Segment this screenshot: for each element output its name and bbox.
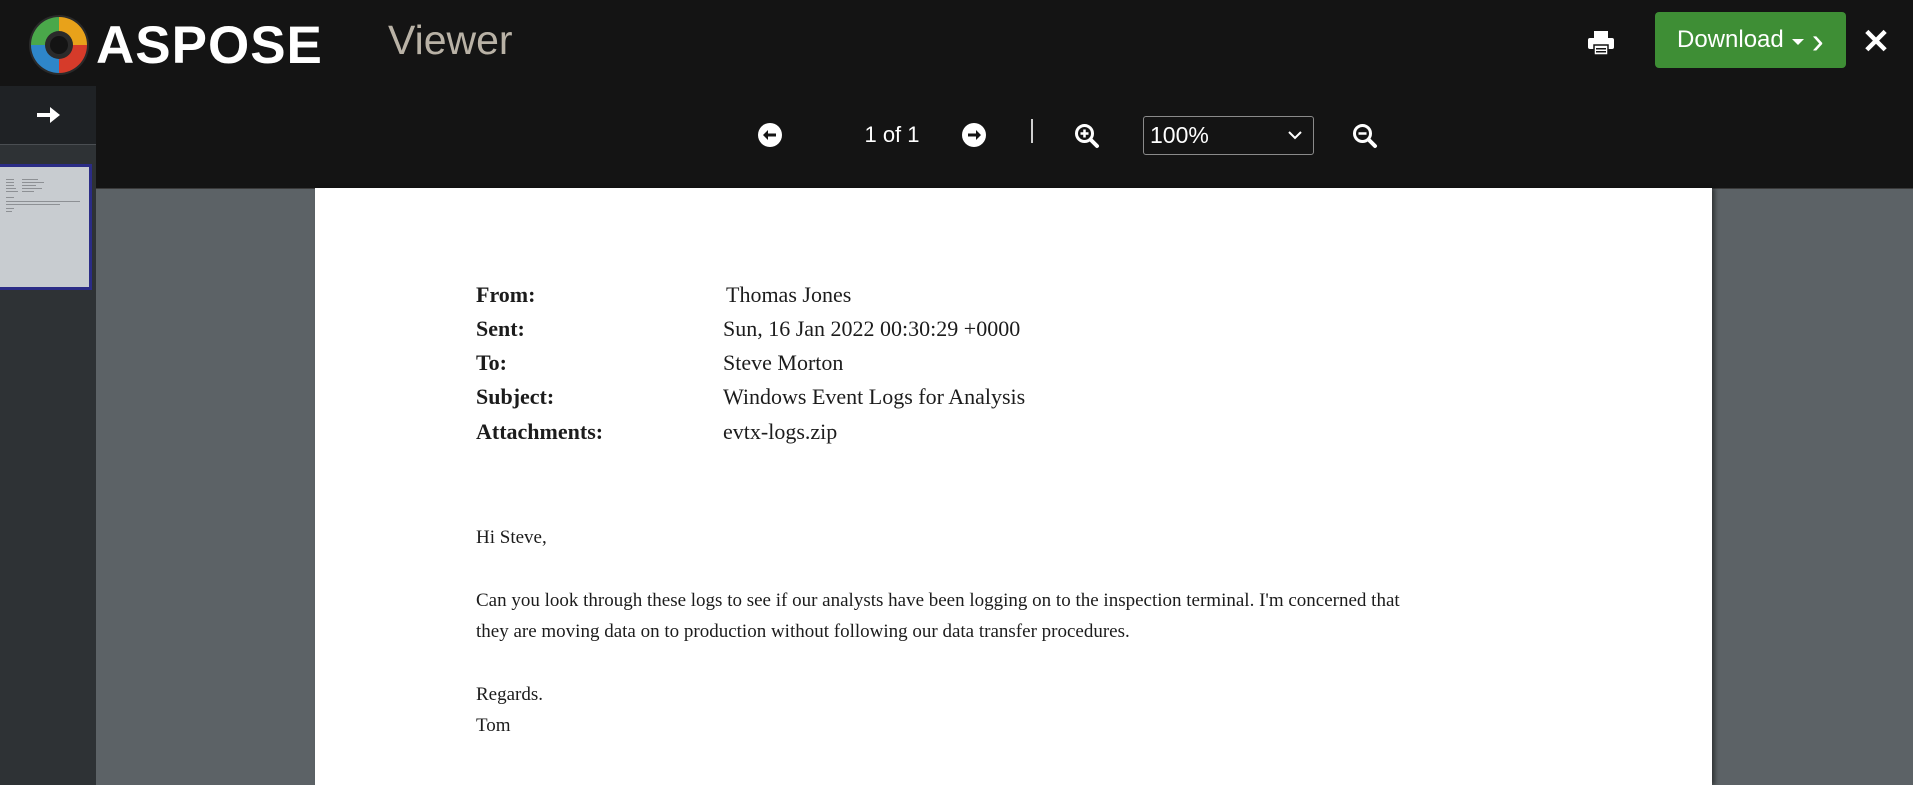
zoom-out-button[interactable] — [1351, 122, 1379, 150]
print-icon — [1588, 31, 1614, 56]
email-body-line: they are moving data on to production wi… — [476, 621, 1130, 642]
viewer-toolbar: 1 of 1 100% — [96, 86, 1913, 189]
header-label: To: — [476, 350, 507, 375]
download-label: Download — [1677, 26, 1784, 53]
document-page: From: Thomas Jones Sent: Sun, 16 Jan 202… — [315, 188, 1712, 785]
header-label: Sent: — [476, 316, 525, 341]
thumbnail-sidebar — [0, 86, 96, 785]
zoom-out-icon — [1353, 124, 1377, 148]
page-thumbnail[interactable] — [0, 164, 92, 290]
header-label: From: — [476, 282, 536, 307]
email-closing: Regards. — [476, 684, 544, 705]
header-value: Sun, 16 Jan 2022 00:30:29 +0000 — [723, 316, 1021, 341]
zoom-in-button[interactable] — [1073, 122, 1101, 150]
attachment-link[interactable]: evtx-logs.zip — [723, 419, 837, 445]
print-button[interactable] — [1585, 28, 1617, 58]
email-signature: Tom — [476, 715, 511, 736]
download-button[interactable]: Download › — [1655, 12, 1846, 68]
zoom-in-icon — [1075, 124, 1099, 148]
aspose-logo[interactable]: ASPOSE — [26, 14, 323, 76]
email-body-line: Can you look through these logs to see i… — [476, 590, 1400, 611]
toolbar-separator — [1031, 119, 1033, 143]
arrow-right-circle-icon — [962, 123, 986, 147]
arrow-right-icon — [37, 107, 60, 123]
zoom-select[interactable]: 100% — [1143, 116, 1314, 155]
zoom-value: 100% — [1150, 122, 1209, 148]
header-value: Windows Event Logs for Analysis — [723, 384, 1026, 409]
page-indicator: 1 of 1 — [864, 122, 920, 147]
header-label: Subject: — [476, 384, 555, 409]
logo-text: ASPOSE — [96, 15, 323, 75]
close-icon: ✕ — [1861, 23, 1891, 61]
app-title: Viewer — [388, 17, 513, 63]
top-bar: ASPOSE Viewer Download › ✕ — [0, 0, 1913, 86]
close-button[interactable]: ✕ — [1860, 22, 1892, 62]
aspose-swirl-icon — [29, 15, 89, 75]
header-value: Thomas Jones — [726, 282, 852, 307]
sidebar-toggle-button[interactable] — [0, 86, 96, 145]
chevron-down-icon — [1288, 131, 1302, 140]
previous-page-button[interactable] — [756, 121, 784, 149]
caret-down-icon — [1791, 38, 1804, 45]
next-page-button[interactable] — [960, 121, 988, 149]
header-value: Steve Morton — [723, 350, 844, 375]
chevron-right-icon: › — [1811, 20, 1824, 61]
email-greeting: Hi Steve, — [476, 527, 547, 548]
arrow-left-circle-icon — [758, 123, 782, 147]
header-label: Attachments: — [476, 419, 604, 444]
